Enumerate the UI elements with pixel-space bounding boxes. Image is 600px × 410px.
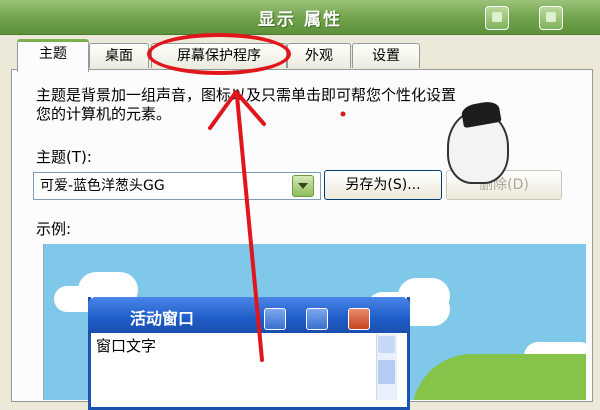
tab-settings[interactable]: 设置 [352, 43, 420, 68]
scroll-thumb [378, 360, 395, 384]
scroll-up-icon [378, 336, 395, 353]
theme-select-value: 可爱-蓝色洋葱头GG [40, 178, 165, 194]
tab-desktop[interactable]: 桌面 [89, 43, 149, 68]
sample-label: 示例: [36, 220, 72, 238]
maximize-icon [306, 308, 328, 330]
tab-appearance[interactable]: 外观 [287, 43, 351, 68]
theme-label: 主题(T): [36, 148, 92, 166]
help-button[interactable] [485, 6, 509, 30]
help-icon [492, 12, 502, 22]
description-line-1: 主题是背景加一组声音，图标以及只需单击即可帮您个性化设置 [36, 86, 457, 104]
annotation-ellipse [147, 33, 291, 75]
grass-image [412, 354, 586, 400]
tab-themes[interactable]: 主题 [17, 39, 89, 72]
save-as-button[interactable]: 另存为(S)... [324, 170, 442, 200]
close-icon [546, 12, 556, 22]
theme-select[interactable]: 可爱-蓝色洋葱头GG [33, 172, 321, 200]
chevron-down-icon [298, 183, 308, 189]
minimize-icon [264, 308, 286, 330]
description-line-2: 您的计算机的元素。 [36, 105, 172, 123]
window-title: 显示 属性 [258, 10, 342, 30]
sample-window-text: 窗口文字 [96, 337, 157, 355]
close-button[interactable] [539, 6, 563, 30]
close-icon [348, 308, 370, 330]
sample-window-title: 活动窗口 [130, 309, 195, 328]
theme-dropdown-button[interactable] [292, 175, 314, 197]
